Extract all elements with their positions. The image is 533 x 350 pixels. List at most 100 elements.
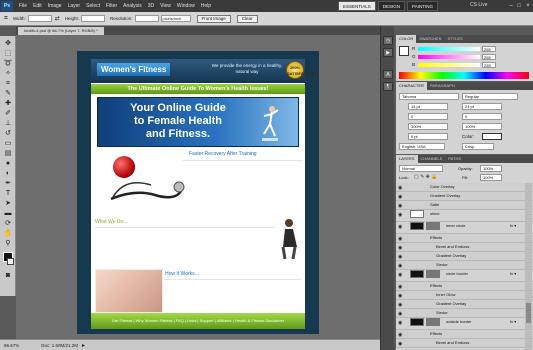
crop-tool-icon[interactable]: ⌗ xyxy=(3,80,13,88)
layer-effect-row[interactable]: ◉ Effects xyxy=(396,282,533,291)
menu-analysis[interactable]: Analysis xyxy=(123,3,142,9)
history-brush-tool-icon[interactable]: ↺ xyxy=(3,130,13,138)
front-image-button[interactable]: Front Image xyxy=(196,14,231,23)
layer-effect-row[interactable]: ◉ Gradient Overlay xyxy=(396,252,533,261)
baseline-shift-field[interactable]: 0 pt xyxy=(408,133,448,140)
eye-icon[interactable]: ◉ xyxy=(398,331,402,339)
eye-icon[interactable]: ◉ xyxy=(398,223,402,231)
layer-row[interactable]: ◉ inner circle fx ▾ xyxy=(396,222,533,234)
opacity-field[interactable]: 100% xyxy=(480,165,502,172)
layer-row[interactable]: ◉ circle border fx ▾ xyxy=(396,270,533,282)
eye-icon[interactable]: ◉ xyxy=(398,235,402,243)
workspace-essentials[interactable]: ESSENTIALS xyxy=(338,1,376,11)
dodge-tool-icon[interactable]: ◐ xyxy=(3,170,13,178)
layer-effect-row[interactable]: ◉ Stroke xyxy=(396,261,533,270)
type-panel-icon[interactable]: A xyxy=(383,70,393,79)
clear-button[interactable]: Clear xyxy=(236,14,258,23)
eye-icon[interactable]: ◉ xyxy=(398,319,402,327)
history-panel-icon[interactable]: ◷ xyxy=(383,36,393,45)
anti-alias-select[interactable]: Crisp xyxy=(462,143,494,150)
cs-live-button[interactable]: CS Live xyxy=(470,2,488,8)
path-selection-tool-icon[interactable]: ➤ xyxy=(3,200,13,208)
scrollbar-thumb[interactable] xyxy=(526,303,531,323)
horizontal-scale-field[interactable]: 100% xyxy=(462,123,502,130)
menu-filter[interactable]: Filter xyxy=(106,3,117,9)
layer-row[interactable]: ◉ outside border fx ▾ xyxy=(396,318,533,330)
background-color-swatch[interactable] xyxy=(7,258,14,265)
eye-icon[interactable]: ◉ xyxy=(398,283,402,291)
layer-effect-row[interactable]: ◉ Effects xyxy=(396,330,533,339)
canvas-area[interactable]: Women's Fitness We provide the energy in… xyxy=(16,35,380,339)
blue-slider[interactable] xyxy=(418,63,480,67)
blue-value[interactable]: 255 xyxy=(482,62,496,68)
eye-icon[interactable]: ◉ xyxy=(398,211,402,219)
eye-icon[interactable]: ◉ xyxy=(398,340,402,348)
zoom-tool-icon[interactable]: ⚲ xyxy=(3,240,13,248)
blur-tool-icon[interactable]: ● xyxy=(3,160,13,168)
document-tab[interactable]: health-4.psd @ 66.7% (Layer 7, RGB/8) * xyxy=(18,27,104,35)
paragraph-panel-icon[interactable]: ¶ xyxy=(383,82,393,91)
tab-swatches[interactable]: SWATCHES xyxy=(416,35,444,43)
maximize-icon[interactable]: □ xyxy=(515,2,523,10)
text-color-swatch[interactable] xyxy=(482,133,502,140)
blend-mode-select[interactable]: Normal xyxy=(399,165,443,172)
pen-tool-icon[interactable]: ✒ xyxy=(3,180,13,188)
red-value[interactable]: 255 xyxy=(482,46,496,52)
menu-file[interactable]: File xyxy=(19,3,27,9)
tracking-field[interactable]: 0 xyxy=(462,113,502,120)
close-icon[interactable]: × xyxy=(524,2,532,10)
resolution-field[interactable] xyxy=(134,15,159,22)
tab-styles[interactable]: STYLES xyxy=(444,35,465,43)
fx-icon[interactable]: fx ▾ xyxy=(510,270,516,278)
fx-icon[interactable]: fx ▾ xyxy=(510,222,516,230)
leading-field[interactable]: 24 pt xyxy=(462,103,502,110)
layer-effect-row[interactable]: ◉ Bevel and Emboss xyxy=(396,243,533,252)
kerning-field[interactable]: 0 xyxy=(408,113,448,120)
healing-brush-tool-icon[interactable]: ✚ xyxy=(3,100,13,108)
eye-icon[interactable]: ◉ xyxy=(398,262,402,270)
actions-panel-icon[interactable]: ▶ xyxy=(383,48,393,57)
gradient-tool-icon[interactable]: ▤ xyxy=(3,150,13,158)
3d-rotate-tool-icon[interactable]: ⟳ xyxy=(3,220,13,228)
eye-icon[interactable]: ◉ xyxy=(398,202,402,210)
red-slider[interactable] xyxy=(418,47,480,51)
zoom-level[interactable]: 66.67% xyxy=(4,343,19,348)
menu-view[interactable]: View xyxy=(160,3,171,9)
lasso-tool-icon[interactable]: ➰ xyxy=(3,60,13,68)
crop-tool-icon[interactable]: ⌗ xyxy=(4,15,8,23)
eye-icon[interactable]: ◉ xyxy=(398,271,402,279)
eye-icon[interactable]: ◉ xyxy=(398,301,402,309)
green-slider[interactable] xyxy=(418,55,480,59)
fx-icon[interactable]: fx ▾ xyxy=(510,318,516,326)
marquee-tool-icon[interactable]: ⬚ xyxy=(3,50,13,58)
eye-icon[interactable]: ◉ xyxy=(398,184,402,192)
clone-stamp-tool-icon[interactable]: ⊥ xyxy=(3,120,13,128)
shape-tool-icon[interactable]: ▬ xyxy=(3,210,13,218)
lock-icons[interactable]: ▢ ✎ ✥ 🔒 xyxy=(414,174,438,180)
menu-window[interactable]: Window xyxy=(177,3,195,9)
fill-field[interactable]: 100% xyxy=(480,174,502,181)
document-canvas[interactable]: Women's Fitness We provide the energy in… xyxy=(77,51,319,334)
layer-effect-row[interactable]: ◉ Stroke xyxy=(396,309,533,318)
layers-scrollbar[interactable] xyxy=(525,183,532,350)
tab-channels[interactable]: CHANNELS xyxy=(418,155,446,163)
height-field[interactable] xyxy=(81,15,106,22)
language-select[interactable]: English: USA xyxy=(399,143,445,150)
move-tool-icon[interactable]: ✥ xyxy=(3,40,13,48)
tab-layers[interactable]: LAYERS xyxy=(396,155,418,163)
menu-select[interactable]: Select xyxy=(86,3,100,9)
font-family-select[interactable]: Tahoma xyxy=(399,93,459,100)
layer-effect-row[interactable]: ◉ Gradient Overlay xyxy=(396,300,533,309)
menu-layer[interactable]: Layer xyxy=(68,3,81,9)
resolution-unit-select[interactable]: pixels/inch xyxy=(160,15,191,22)
swap-icon[interactable]: ⇄ xyxy=(55,15,60,22)
width-field[interactable] xyxy=(27,15,52,22)
tab-character[interactable]: CHARACTER xyxy=(396,82,427,90)
tab-paragraph[interactable]: PARAGRAPH xyxy=(427,82,458,90)
menu-image[interactable]: Image xyxy=(48,3,62,9)
layer-effect-row[interactable]: ◉ Satin xyxy=(396,201,533,210)
workspace-painting[interactable]: PAINTING xyxy=(407,1,438,11)
layer-row[interactable]: ◉ shine xyxy=(396,210,533,222)
layer-effect-row[interactable]: ◉ Effects xyxy=(396,234,533,243)
foreground-swatch[interactable] xyxy=(399,46,409,56)
